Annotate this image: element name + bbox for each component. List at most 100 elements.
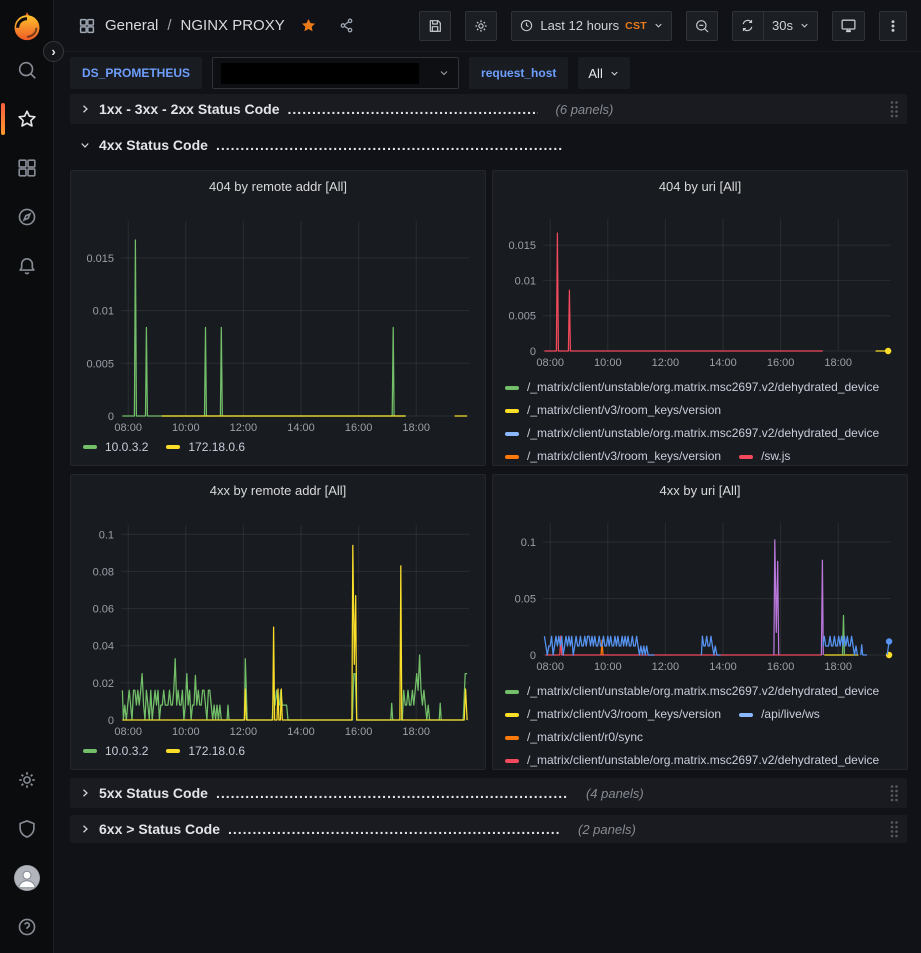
- row-panel-count: (6 panels): [556, 102, 614, 117]
- panel-title[interactable]: 404 by uri [All]: [493, 179, 907, 194]
- panel-title[interactable]: 404 by remote addr [All]: [71, 179, 485, 194]
- legend-item[interactable]: /_matrix/client/v3/room_keys/version: [505, 399, 721, 422]
- svg-text:0.05: 0.05: [515, 594, 536, 606]
- legend-item[interactable]: /_matrix/client/v3/room_keys/version: [505, 703, 721, 726]
- row-panel-count: (4 panels): [586, 786, 644, 801]
- svg-text:0: 0: [530, 346, 536, 358]
- svg-text:14:00: 14:00: [287, 726, 315, 738]
- svg-text:0.015: 0.015: [86, 253, 114, 265]
- svg-text:0.015: 0.015: [508, 240, 536, 252]
- legend-item[interactable]: /_matrix/client/unstable/org.matrix.msc2…: [505, 422, 879, 445]
- drag-handle-icon[interactable]: [889, 820, 899, 838]
- tv-mode-button[interactable]: [832, 11, 865, 41]
- variable-value-dropdown-ds-prometheus[interactable]: [212, 57, 459, 89]
- svg-text:0: 0: [108, 411, 114, 423]
- legend-label: 10.0.3.2: [105, 437, 148, 457]
- time-range-picker[interactable]: Last 12 hours CST: [511, 11, 672, 41]
- legend-item[interactable]: 10.0.3.2: [83, 741, 148, 761]
- legend-item[interactable]: /_matrix/client/unstable/org.matrix.msc2…: [505, 749, 879, 769]
- dashboard-row-4xx[interactable]: 4xx Status Code ........................…: [70, 131, 907, 159]
- breadcrumb-section[interactable]: General: [105, 17, 158, 34]
- svg-text:10:00: 10:00: [172, 422, 200, 434]
- chevron-down-icon: [79, 139, 91, 151]
- header-controls: Last 12 hours CST 30s: [419, 11, 907, 41]
- sidebar: [0, 0, 54, 953]
- svg-text:16:00: 16:00: [345, 422, 373, 434]
- variable-value-dropdown-request-host[interactable]: All: [578, 57, 629, 89]
- sidebar-expand-button[interactable]: ›: [43, 41, 64, 62]
- legend-item[interactable]: /sw.js: [739, 445, 790, 465]
- more-options-button[interactable]: [879, 11, 907, 41]
- dashboard-row-6xx[interactable]: 6xx > Status Code ......................…: [70, 815, 907, 843]
- svg-text:08:00: 08:00: [536, 661, 564, 673]
- legend-label: /sw.js: [761, 445, 790, 465]
- legend-item[interactable]: /_matrix/client/r0/sync: [505, 726, 643, 749]
- svg-text:0.1: 0.1: [521, 537, 536, 549]
- svg-text:18:00: 18:00: [824, 357, 852, 369]
- gear-icon: [473, 18, 489, 34]
- star-icon: [16, 108, 38, 130]
- legend-item[interactable]: 172.18.0.6: [166, 741, 245, 761]
- legend-swatch: [83, 749, 97, 753]
- panel-title[interactable]: 4xx by remote addr [All]: [71, 483, 485, 498]
- chart-canvas[interactable]: 00.020.040.060.080.108:0010:0012:0014:00…: [71, 475, 485, 769]
- legend-item[interactable]: 10.0.3.2: [83, 437, 148, 457]
- panel-404-by-remote-addr: 404 by remote addr [All] 00.0050.010.015…: [70, 170, 486, 466]
- chart-legend: /_matrix/client/unstable/org.matrix.msc2…: [505, 680, 904, 769]
- svg-text:08:00: 08:00: [114, 726, 142, 738]
- dashboard-row-1xx-3xx-2xx[interactable]: 1xx - 3xx - 2xx Status Code ............…: [70, 94, 907, 124]
- panel-grid: 404 by remote addr [All] 00.0050.010.015…: [70, 170, 908, 770]
- sidebar-item-dashboards[interactable]: [5, 146, 49, 190]
- share-icon[interactable]: [338, 17, 355, 34]
- legend-label: /_matrix/client/unstable/org.matrix.msc2…: [527, 749, 879, 769]
- sidebar-item-search[interactable]: [5, 48, 49, 92]
- variable-label-request-host[interactable]: request_host: [469, 57, 568, 89]
- panel-title[interactable]: 4xx by uri [All]: [493, 483, 907, 498]
- sidebar-item-profile[interactable]: [5, 856, 49, 900]
- variable-value: All: [588, 66, 602, 81]
- dashboard-row-5xx[interactable]: 5xx Status Code ........................…: [70, 778, 907, 808]
- sidebar-item-alerting[interactable]: [5, 244, 49, 288]
- chevron-down-icon: [799, 20, 810, 31]
- legend-swatch: [505, 409, 519, 413]
- row-title-dots: ........................................…: [216, 785, 568, 801]
- compass-icon: [16, 206, 38, 228]
- save-dashboard-button[interactable]: [419, 11, 451, 41]
- legend-item[interactable]: /_matrix/client/unstable/org.matrix.msc2…: [505, 680, 879, 703]
- chart-legend: 10.0.3.2 172.18.0.6: [83, 741, 482, 761]
- legend-label: /_matrix/client/unstable/org.matrix.msc2…: [527, 422, 879, 445]
- legend-item[interactable]: /_matrix/client/unstable/org.matrix.msc2…: [505, 376, 879, 399]
- sidebar-item-explore[interactable]: [5, 195, 49, 239]
- drag-handle-icon[interactable]: [889, 100, 899, 118]
- legend-label: /api/live/ws: [761, 703, 820, 726]
- variable-label-ds-prometheus[interactable]: DS_PROMETHEUS: [70, 57, 202, 89]
- drag-handle-icon[interactable]: [889, 784, 899, 802]
- save-icon: [427, 18, 443, 34]
- gear-icon: [16, 769, 38, 791]
- legend-item[interactable]: /_matrix/client/v3/room_keys/version: [505, 445, 721, 465]
- zoom-out-icon: [694, 18, 710, 34]
- svg-text:16:00: 16:00: [767, 661, 795, 673]
- sidebar-item-help[interactable]: [5, 905, 49, 949]
- sidebar-item-server-admin[interactable]: [5, 807, 49, 851]
- kebab-menu-icon: [885, 18, 901, 34]
- svg-text:10:00: 10:00: [594, 357, 622, 369]
- row-title-dots: ........................................…: [216, 137, 562, 153]
- dashboard-settings-button[interactable]: [465, 11, 497, 41]
- svg-text:0.04: 0.04: [93, 641, 114, 653]
- legend-item[interactable]: 172.18.0.6: [166, 437, 245, 457]
- grafana-logo-icon[interactable]: [10, 9, 44, 43]
- zoom-out-button[interactable]: [686, 11, 718, 41]
- row-title: 5xx Status Code: [99, 785, 208, 801]
- legend-swatch: [505, 759, 519, 763]
- breadcrumb-dashboard-title[interactable]: NGINX PROXY: [181, 17, 285, 34]
- svg-text:18:00: 18:00: [402, 422, 430, 434]
- legend-label: 10.0.3.2: [105, 741, 148, 761]
- sidebar-item-configuration[interactable]: [5, 758, 49, 802]
- sidebar-item-starred[interactable]: [5, 97, 49, 141]
- svg-text:0: 0: [108, 715, 114, 727]
- favorite-star-icon[interactable]: [300, 17, 317, 34]
- legend-item[interactable]: /api/live/ws: [739, 703, 820, 726]
- refresh-picker[interactable]: 30s: [732, 11, 818, 41]
- chart-canvas[interactable]: 00.0050.010.01508:0010:0012:0014:0016:00…: [71, 171, 485, 465]
